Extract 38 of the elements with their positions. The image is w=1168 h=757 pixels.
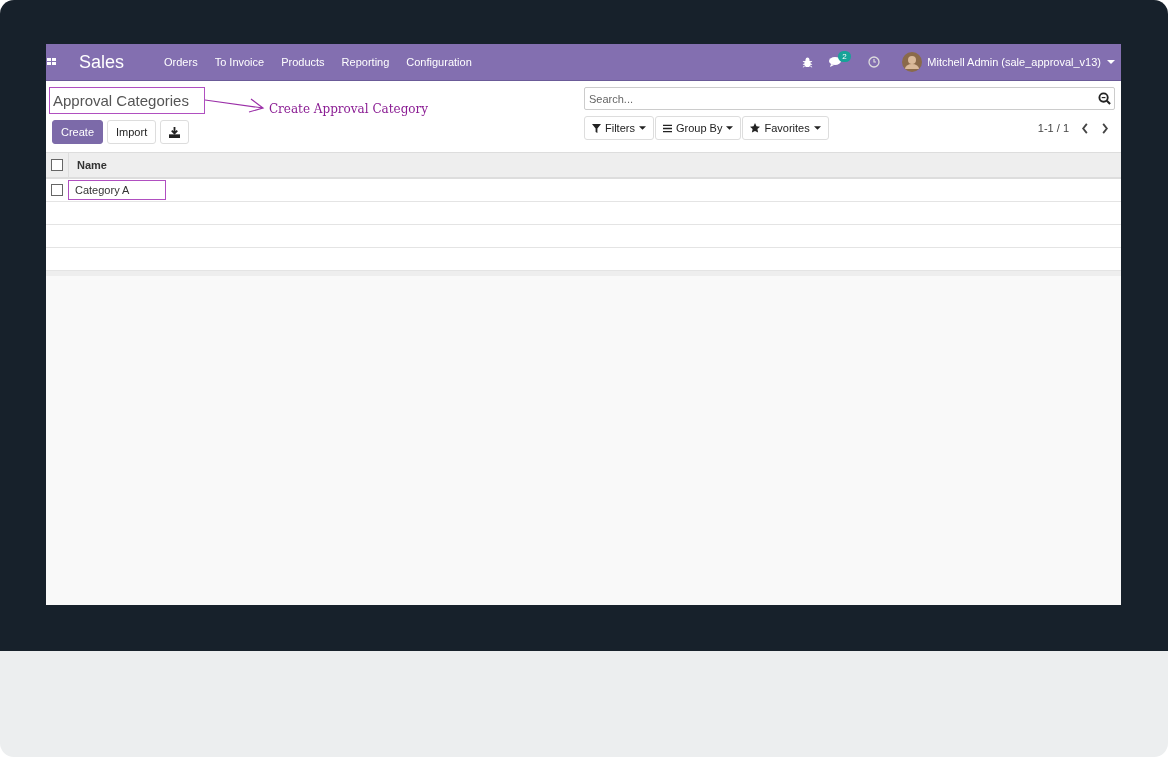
download-icon (169, 126, 181, 138)
filter-icon (592, 123, 601, 133)
star-icon (750, 123, 761, 133)
search-field[interactable]: Search... (584, 87, 1115, 110)
search-icon[interactable] (1098, 92, 1111, 105)
next-page-icon[interactable] (1101, 122, 1109, 134)
list-icon (662, 123, 672, 133)
annotation-text: Create Approval Category (268, 101, 429, 116)
caret-icon (638, 126, 646, 130)
caret-icon (726, 126, 734, 130)
caret-icon[interactable] (1107, 60, 1115, 64)
message-count-badge: 2 (838, 51, 851, 62)
import-button[interactable]: Import (107, 120, 157, 144)
filters-dropdown[interactable]: Filters (584, 116, 654, 140)
apps-menu-icon[interactable] (47, 58, 57, 66)
menu-item[interactable]: Configuration (406, 56, 472, 68)
caret-icon (813, 126, 821, 130)
name-cell: Category A (68, 180, 167, 200)
app-name: Sales (79, 51, 125, 73)
previous-page-icon[interactable] (1081, 122, 1089, 134)
row-checkbox[interactable] (51, 184, 63, 196)
select-all-checkbox[interactable] (51, 159, 63, 171)
user-menu[interactable]: Mitchell Admin (sale_approval_v13) (927, 56, 1101, 68)
clock-icon[interactable] (868, 56, 881, 68)
menu-item[interactable]: Products (281, 56, 325, 68)
avatar[interactable] (902, 52, 923, 72)
menu-item[interactable]: Reporting (341, 56, 390, 68)
chat-icon[interactable] (829, 56, 844, 68)
page-title: Approval Categories (49, 87, 205, 114)
favorites-dropdown[interactable]: Favorites (742, 116, 829, 140)
group-by-dropdown[interactable]: Group By (654, 116, 742, 140)
create-button[interactable]: Create (52, 120, 104, 144)
menu-item[interactable]: Orders (164, 56, 198, 68)
pager-value: 1-1 / 1 (1037, 122, 1069, 134)
bug-icon[interactable] (802, 56, 814, 68)
menu-item[interactable]: To Invoice (214, 56, 265, 68)
column-header[interactable]: Name (69, 159, 107, 171)
download-button[interactable] (160, 120, 190, 144)
